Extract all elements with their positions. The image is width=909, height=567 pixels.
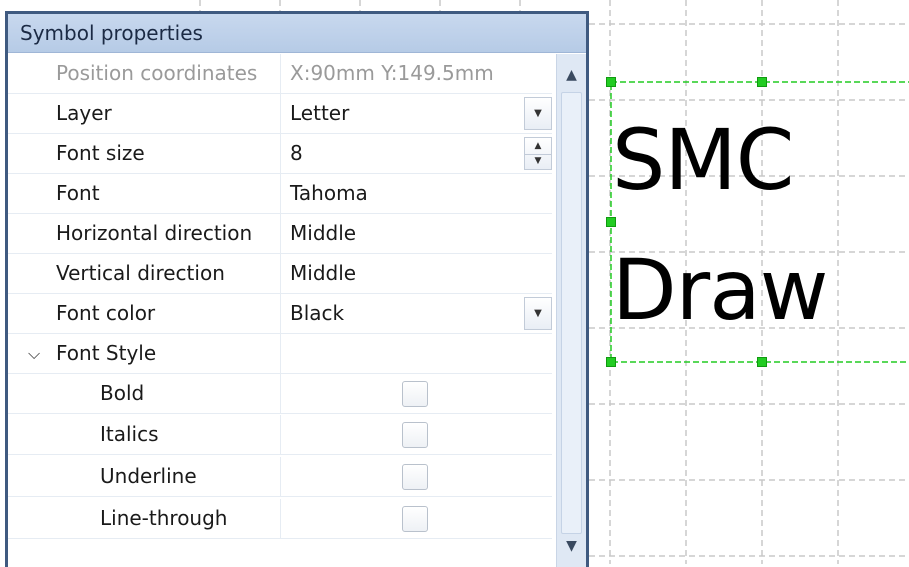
layer-select[interactable]: Letter ▼: [282, 94, 552, 133]
chevron-down-icon: ▼: [534, 308, 542, 319]
vertical-scrollbar[interactable]: ▲ ▼: [556, 54, 586, 567]
property-row-font-color: Font color Black ▼: [8, 294, 552, 334]
property-label: Font Style: [56, 341, 157, 365]
symbol-properties-panel: Symbol properties Position coordinates X…: [5, 11, 589, 567]
expand-chevron-icon[interactable]: ⌵: [28, 334, 40, 373]
vertical-direction-field[interactable]: Middle: [282, 254, 552, 293]
line-through-checkbox[interactable]: [402, 506, 428, 532]
property-row-line-through: Line-through: [8, 499, 552, 539]
panel-title: Symbol properties: [8, 14, 586, 53]
font-color-dropdown-button[interactable]: ▼: [524, 297, 552, 330]
property-label: Font color: [8, 294, 281, 333]
selection-handle-top-left[interactable]: [606, 77, 616, 87]
selection-handle-top-middle[interactable]: [757, 77, 767, 87]
property-row-layer: Layer Letter ▼: [8, 94, 552, 134]
font-size-spinner[interactable]: ▲ ▼: [524, 137, 552, 170]
underline-checkbox[interactable]: [402, 464, 428, 490]
property-label: Font: [8, 174, 281, 213]
bold-checkbox[interactable]: [402, 381, 428, 407]
layer-value: Letter: [290, 101, 350, 125]
property-label: Bold: [8, 374, 281, 413]
symbol-text[interactable]: SMC Draw: [612, 90, 909, 360]
scroll-down-icon[interactable]: ▼: [557, 531, 586, 561]
italics-checkbox[interactable]: [402, 422, 428, 448]
symbol-text-line1: SMC: [612, 111, 794, 209]
selection-handle-bottom-left[interactable]: [606, 357, 616, 367]
spin-down-icon[interactable]: ▼: [525, 153, 551, 169]
property-label: Italics: [8, 415, 281, 454]
property-row-underline: Underline: [8, 457, 552, 497]
line-through-value-cell: [282, 499, 552, 538]
scrollbar-thumb[interactable]: [561, 92, 582, 534]
property-row-font-size: Font size 8 ▲ ▼: [8, 134, 552, 174]
property-label: Font size: [8, 134, 281, 173]
font-size-value: 8: [290, 141, 303, 165]
font-field[interactable]: Tahoma: [282, 174, 552, 213]
font-color-select[interactable]: Black ▼: [282, 294, 552, 333]
font-size-stepper[interactable]: 8 ▲ ▼: [282, 134, 552, 173]
property-label: Layer: [8, 94, 281, 133]
symbol-text-line2: Draw: [612, 241, 828, 339]
font-color-value: Black: [290, 301, 345, 325]
property-label: Position coordinates: [8, 54, 281, 93]
selection-handle-middle-left[interactable]: [606, 217, 616, 227]
selection-handle-bottom-middle[interactable]: [757, 357, 767, 367]
scroll-up-icon[interactable]: ▲: [557, 60, 586, 90]
layer-dropdown-button[interactable]: ▼: [524, 97, 552, 130]
underline-value-cell: [282, 457, 552, 496]
property-row-bold: Bold: [8, 374, 552, 414]
property-row-position: Position coordinates X:90mm Y:149.5mm: [8, 54, 552, 94]
property-row-vertical-direction: Vertical direction Middle: [8, 254, 552, 294]
property-row-font-style[interactable]: ⌵ Font Style: [8, 334, 552, 374]
property-row-italics: Italics: [8, 415, 552, 455]
italics-value-cell: [282, 415, 552, 454]
property-label: Horizontal direction: [8, 214, 281, 253]
property-group-font-style[interactable]: ⌵ Font Style: [8, 334, 281, 373]
property-row-font: Font Tahoma: [8, 174, 552, 214]
property-row-horizontal-direction: Horizontal direction Middle: [8, 214, 552, 254]
bold-value-cell: [282, 374, 552, 413]
property-label: Line-through: [8, 499, 281, 538]
property-label: Vertical direction: [8, 254, 281, 293]
chevron-down-icon: ▼: [534, 108, 542, 119]
property-label: Underline: [8, 457, 281, 496]
property-value-position: X:90mm Y:149.5mm: [290, 61, 494, 85]
horizontal-direction-field[interactable]: Middle: [282, 214, 552, 253]
font-style-value: [282, 334, 552, 373]
panel-body: Symbol properties Position coordinates X…: [8, 14, 586, 567]
property-grid: Position coordinates X:90mm Y:149.5mm La…: [8, 54, 586, 567]
